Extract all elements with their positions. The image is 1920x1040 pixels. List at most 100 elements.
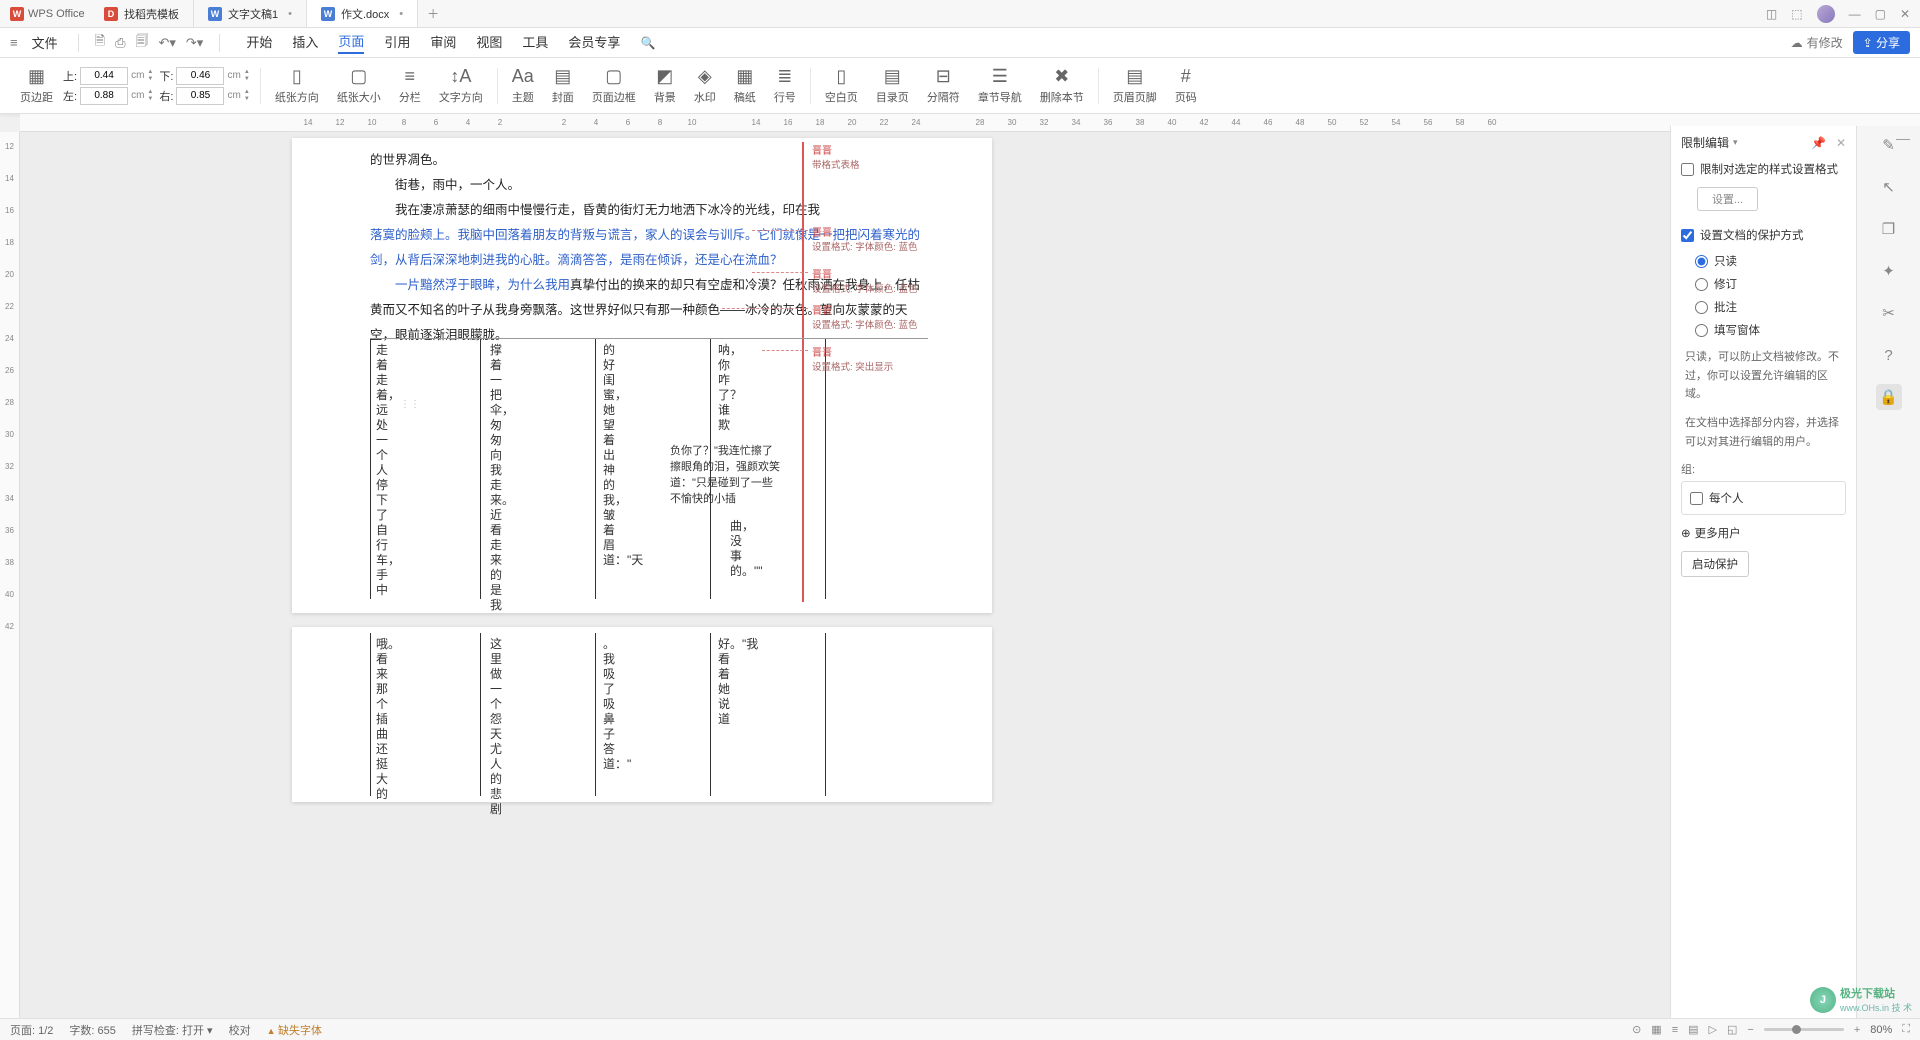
view-print-icon[interactable]: ▦ xyxy=(1651,1023,1661,1036)
protect-checkbox[interactable]: 设置文档的保护方式 xyxy=(1681,227,1846,243)
theme-button[interactable]: Aa主题 xyxy=(504,62,542,110)
margin-bottom-input[interactable] xyxy=(176,67,224,85)
avatar[interactable] xyxy=(1817,5,1835,23)
add-tab-button[interactable]: ＋ xyxy=(418,0,448,27)
watermark-button[interactable]: ◈水印 xyxy=(686,62,724,110)
spin-up-icon[interactable]: ▲ xyxy=(147,69,157,76)
sparkle-icon[interactable]: ✦ xyxy=(1876,258,1902,284)
tools-icon[interactable]: ✂ xyxy=(1876,300,1902,326)
view-target-icon[interactable]: ⊙ xyxy=(1632,1023,1641,1036)
pin-icon[interactable]: 📌 xyxy=(1811,136,1826,150)
background-button[interactable]: ◩背景 xyxy=(646,62,684,110)
cursor-icon[interactable]: ↖ xyxy=(1876,174,1902,200)
spell-check-status[interactable]: 拼写检查: 打开 ▾ xyxy=(132,1022,213,1038)
margin-right-input[interactable] xyxy=(176,87,224,105)
spin-up-icon[interactable]: ▲ xyxy=(244,69,254,76)
undo-icon[interactable]: ↶▾ xyxy=(158,35,175,51)
view-focus-icon[interactable]: ◱ xyxy=(1727,1023,1737,1036)
menu-view[interactable]: 视图 xyxy=(476,32,502,53)
style-lock-checkbox[interactable]: 限制对选定的样式设置格式 xyxy=(1681,161,1846,177)
spin-down-icon[interactable]: ▼ xyxy=(147,96,157,103)
menu-insert[interactable]: 插入 xyxy=(292,32,318,53)
header-footer-button[interactable]: ▤页眉页脚 xyxy=(1105,62,1165,110)
zoom-slider[interactable] xyxy=(1764,1028,1844,1031)
blank-page-button[interactable]: ▯空白页 xyxy=(817,62,866,110)
maximize-button[interactable]: ▢ xyxy=(1875,7,1886,21)
hamburger-icon[interactable]: ≡ xyxy=(10,35,18,50)
preview-icon[interactable]: 🗐 xyxy=(135,32,148,54)
paper-size-button[interactable]: ▢纸张大小 xyxy=(329,62,389,110)
revision-note[interactable]: 晋晋 带格式表格 xyxy=(812,142,860,171)
page-border-button[interactable]: ▢页面边框 xyxy=(584,62,644,110)
mode-revision-radio[interactable]: 修订 xyxy=(1695,276,1846,292)
columns-button[interactable]: ≡分栏 xyxy=(391,62,429,110)
menu-reference[interactable]: 引用 xyxy=(384,32,410,53)
cube-icon[interactable]: ⬚ xyxy=(1791,7,1802,21)
zoom-in-icon[interactable]: + xyxy=(1854,1024,1860,1036)
menu-start[interactable]: 开始 xyxy=(246,32,272,53)
revision-note[interactable]: 晋晋 设置格式: 字体颜色: 蓝色 xyxy=(812,266,918,295)
spin-up-icon[interactable]: ▲ xyxy=(147,89,157,96)
mode-form-radio[interactable]: 填写窗体 xyxy=(1695,322,1846,338)
margin-button[interactable]: ▦ 页边距 xyxy=(12,62,61,110)
vertical-ruler[interactable]: 12141618202224262830323436384042 xyxy=(0,132,20,1018)
break-button[interactable]: ⊟分隔符 xyxy=(919,62,968,110)
proofread-status[interactable]: 校对 xyxy=(229,1022,251,1038)
close-button[interactable]: ✕ xyxy=(1900,7,1910,21)
delete-section-button[interactable]: ✖删除本节 xyxy=(1032,62,1092,110)
layers-icon[interactable]: ❐ xyxy=(1876,216,1902,242)
menu-tools[interactable]: 工具 xyxy=(522,32,548,53)
chevron-down-icon[interactable]: ▾ xyxy=(1733,137,1738,148)
drag-handle-icon[interactable]: ⋮⋮ xyxy=(400,399,420,410)
view-read-icon[interactable]: ▷ xyxy=(1709,1023,1717,1036)
spin-down-icon[interactable]: ▼ xyxy=(244,96,254,103)
document-area[interactable]: 的世界凋色。 街巷，雨中，一个人。 我在凄凉萧瑟的细雨中慢慢行走，昏黄的街灯无力… xyxy=(20,132,1856,1018)
window-copy-icon[interactable]: ◫ xyxy=(1766,7,1777,21)
collapse-strip-icon[interactable]: — xyxy=(1896,130,1910,146)
section-nav-button[interactable]: ☰章节导航 xyxy=(970,62,1030,110)
help-icon[interactable]: ? xyxy=(1876,342,1902,368)
cover-button[interactable]: ▤封面 xyxy=(544,62,582,110)
word-count[interactable]: 字数: 655 xyxy=(69,1022,115,1038)
revision-note[interactable]: 晋晋 设置格式: 突出显示 xyxy=(812,344,893,373)
revision-note[interactable]: 晋晋 设置格式: 字体颜色: 蓝色 xyxy=(812,224,918,253)
search-icon[interactable]: 🔍 xyxy=(640,36,655,50)
menu-review[interactable]: 审阅 xyxy=(430,32,456,53)
mode-comment-radio[interactable]: 批注 xyxy=(1695,299,1846,315)
close-icon[interactable]: ✕ xyxy=(1836,136,1846,150)
tab-doc1[interactable]: W 文字文稿1 • xyxy=(194,0,307,27)
save-icon[interactable]: 🗎 xyxy=(95,32,105,54)
view-outline-icon[interactable]: ▤ xyxy=(1688,1023,1698,1036)
file-menu[interactable]: 文件 xyxy=(28,33,62,52)
horizontal-ruler[interactable]: 1412108642246810141618202224283032343638… xyxy=(20,114,1920,132)
page-indicator[interactable]: 页面: 1/2 xyxy=(10,1022,53,1038)
toc-page-button[interactable]: ▤目录页 xyxy=(868,62,917,110)
zoom-value[interactable]: 80% xyxy=(1870,1024,1892,1036)
view-web-icon[interactable]: ≡ xyxy=(1672,1024,1678,1036)
spin-down-icon[interactable]: ▼ xyxy=(244,76,254,83)
margin-top-input[interactable] xyxy=(80,67,128,85)
page-number-button[interactable]: #页码 xyxy=(1167,62,1205,110)
manuscript-button[interactable]: ▦稿纸 xyxy=(726,62,764,110)
menu-page[interactable]: 页面 xyxy=(338,31,364,54)
line-number-button[interactable]: ≣行号 xyxy=(766,62,804,110)
text-direction-button[interactable]: ↕A文字方向 xyxy=(431,62,491,110)
share-button[interactable]: ⇪ 分享 xyxy=(1853,31,1910,54)
lock-icon[interactable]: 🔒 xyxy=(1876,384,1902,410)
spin-down-icon[interactable]: ▼ xyxy=(147,76,157,83)
settings-button[interactable]: 设置... xyxy=(1697,187,1758,211)
menu-member[interactable]: 会员专享 xyxy=(568,32,620,53)
spin-up-icon[interactable]: ▲ xyxy=(244,89,254,96)
orientation-button[interactable]: ▯纸张方向 xyxy=(267,62,327,110)
fit-icon[interactable]: ⛶ xyxy=(1902,1023,1910,1036)
tab-templates[interactable]: D 找稻壳模板 xyxy=(90,0,194,27)
redo-icon[interactable]: ↷▾ xyxy=(186,35,203,51)
margin-left-input[interactable] xyxy=(80,87,128,105)
minimize-button[interactable]: — xyxy=(1849,7,1861,21)
missing-font-warning[interactable]: 缺失字体 xyxy=(267,1022,322,1038)
revision-note[interactable]: 晋晋 设置格式: 字体颜色: 蓝色 xyxy=(812,302,918,331)
start-protection-button[interactable]: 启动保护 xyxy=(1681,551,1749,577)
more-users-button[interactable]: ⊕ 更多用户 xyxy=(1681,525,1846,541)
everyone-checkbox[interactable]: 每个人 xyxy=(1681,481,1846,515)
tab-composition[interactable]: W 作文.docx • xyxy=(307,0,418,27)
